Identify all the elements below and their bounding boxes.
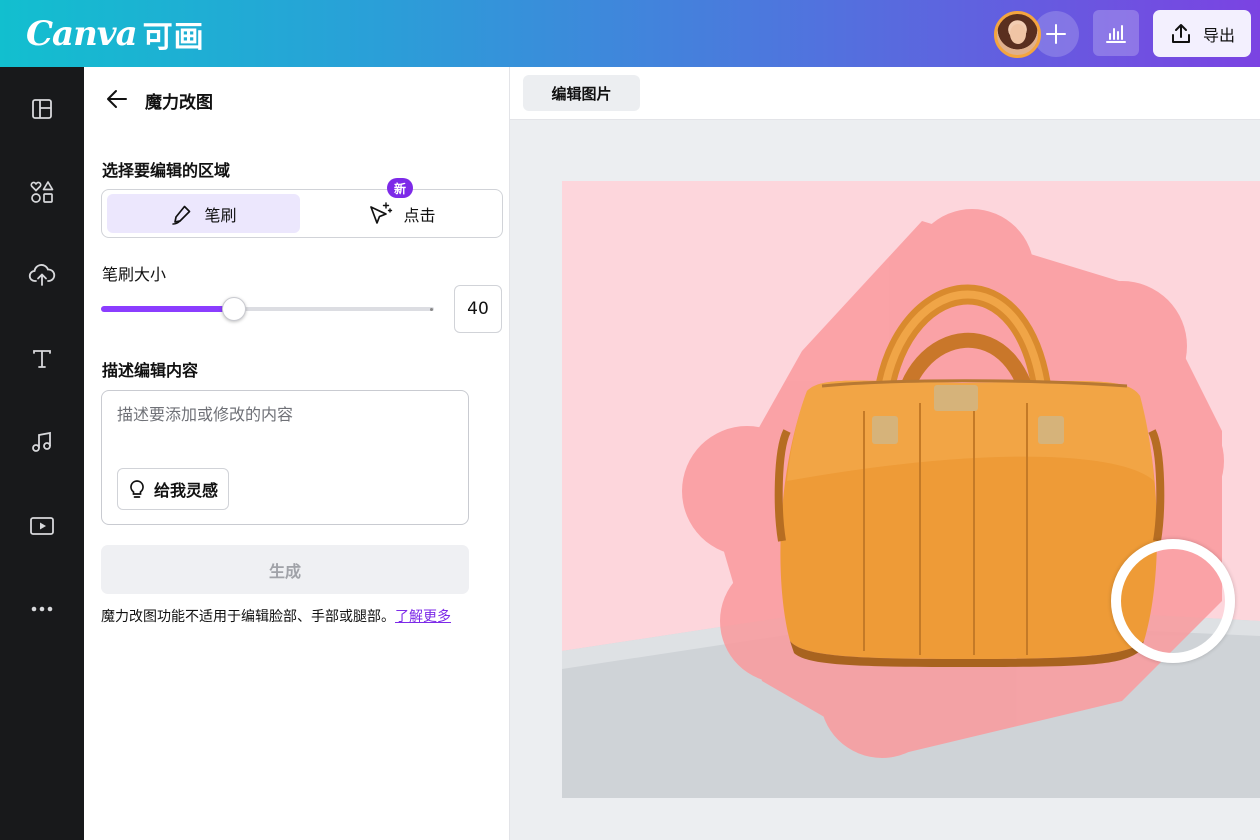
- lightbulb-icon: [130, 480, 144, 498]
- music-icon: [32, 431, 51, 452]
- product-image[interactable]: [562, 181, 1260, 798]
- new-badge: 新: [387, 178, 414, 198]
- back-button[interactable]: [104, 86, 130, 112]
- brush-cursor: [1111, 539, 1235, 663]
- disclaimer-body: 魔力改图功能不适用于编辑脸部、手部或腿部。: [101, 609, 395, 625]
- rail-item-text[interactable]: [0, 335, 84, 383]
- canva-logo[interactable]: Canva 可画: [26, 12, 205, 56]
- canvas-area: 编辑图片: [510, 67, 1260, 840]
- logo-cn-text: 可画: [142, 20, 205, 55]
- description-input[interactable]: [117, 405, 447, 424]
- description-box: 给我灵感: [101, 390, 469, 525]
- rail-item-audio[interactable]: [0, 418, 84, 466]
- sparkle-cursor-icon: [370, 201, 393, 224]
- context-toolbar: 编辑图片: [510, 67, 1260, 120]
- rail-item-uploads[interactable]: [0, 251, 84, 299]
- left-rail: [0, 67, 84, 840]
- text-icon: [33, 350, 51, 368]
- elements-icon: [30, 181, 54, 203]
- export-button[interactable]: 导出: [1153, 10, 1251, 57]
- rail-item-videos[interactable]: [0, 502, 84, 550]
- disclaimer-text: 魔力改图功能不适用于编辑脸部、手部或腿部。了解更多: [101, 606, 451, 626]
- learn-more-link[interactable]: 了解更多: [395, 609, 451, 625]
- generate-button[interactable]: 生成: [101, 545, 469, 594]
- export-label: 导出: [1202, 25, 1235, 45]
- user-avatar[interactable]: [994, 11, 1041, 58]
- panel-title: 魔力改图: [145, 93, 213, 113]
- upload-cloud-icon: [28, 264, 56, 286]
- plus-icon: [1046, 24, 1066, 44]
- describe-label: 描述编辑内容: [102, 361, 199, 380]
- edit-image-button[interactable]: 编辑图片: [523, 75, 640, 111]
- design-layout-icon: [32, 99, 52, 119]
- more-icon: [31, 606, 53, 612]
- logo-latin-text: Canva: [26, 14, 138, 54]
- brush-mode-label: 笔刷: [204, 205, 237, 225]
- inspire-me-button[interactable]: 给我灵感: [117, 468, 230, 510]
- click-mode-label: 点击: [403, 205, 436, 225]
- rail-item-more[interactable]: [0, 585, 84, 633]
- brush-size-slider[interactable]: [101, 297, 434, 321]
- video-icon: [30, 517, 54, 535]
- select-area-label: 选择要编辑的区域: [102, 161, 231, 180]
- brush-icon: [172, 205, 191, 225]
- arrow-left-icon: [107, 90, 127, 108]
- selection-mode-toggle: 笔刷 点击: [101, 189, 503, 238]
- brush-size-label: 笔刷大小: [102, 265, 167, 284]
- bar-chart-icon: [1106, 25, 1126, 43]
- top-header: Canva 可画 导出: [0, 0, 1260, 67]
- magic-edit-panel: 魔力改图 选择要编辑的区域 笔刷 点击 新 笔刷大小 40 描述编辑内容 给我灵…: [84, 67, 510, 840]
- brush-mode-button[interactable]: 笔刷: [107, 194, 300, 233]
- brush-size-input[interactable]: 40: [454, 285, 502, 333]
- rail-item-elements[interactable]: [0, 168, 84, 216]
- click-mode-button[interactable]: 点击: [305, 194, 498, 233]
- rail-item-design[interactable]: [0, 85, 84, 133]
- upload-icon: [1171, 23, 1190, 43]
- inspire-me-label: 给我灵感: [154, 481, 219, 500]
- slider-thumb[interactable]: [222, 297, 246, 321]
- insights-button[interactable]: [1093, 10, 1139, 56]
- handbag-photo: [562, 181, 1260, 798]
